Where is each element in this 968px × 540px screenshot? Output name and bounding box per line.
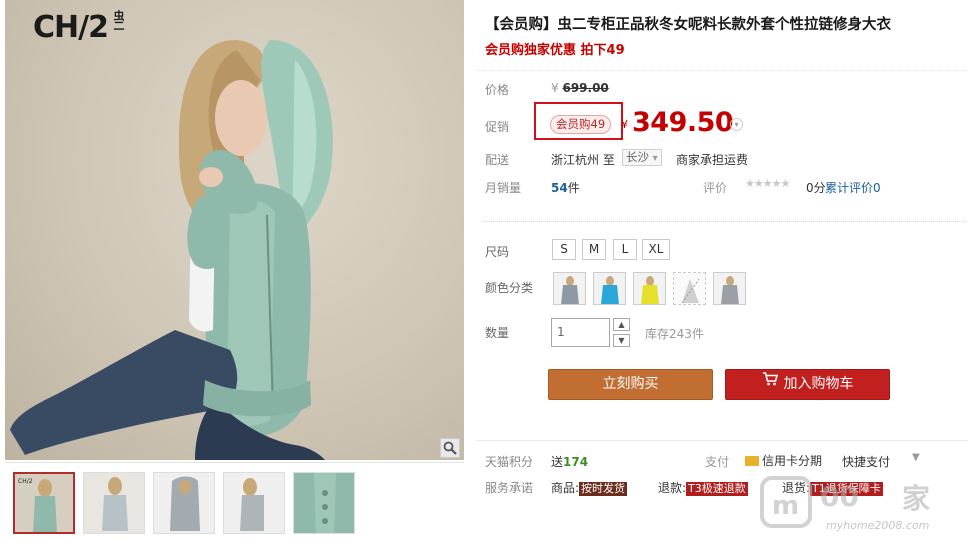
size-label: 尺码 [485, 245, 510, 259]
divider [483, 221, 966, 222]
service-prefix: 退款: [658, 481, 687, 495]
product-subtitle: 会员购独家优惠 拍下49 [485, 43, 625, 58]
size-option-s[interactable]: S [552, 239, 576, 260]
quick-pay[interactable]: 快捷支付 [842, 453, 890, 470]
watermark-url: myhome2008.com [826, 519, 930, 532]
promo-price: 349.50 [632, 107, 734, 138]
buy-now-button[interactable]: 立刻购买 [548, 369, 713, 400]
currency-symbol: ¥ [551, 81, 559, 95]
svg-text:00: 00 [820, 480, 859, 513]
svg-text:CH/2: CH/2 [18, 478, 33, 485]
service-badge: T3极速退款 [686, 482, 748, 496]
promo-currency: ¥ [621, 118, 628, 131]
thumbnail-5[interactable] [293, 472, 355, 534]
color-swatch-4[interactable] [673, 272, 706, 305]
points-prefix: 送 [551, 455, 564, 469]
monthly-sales: 54件 [551, 179, 580, 196]
color-swatch-1[interactable] [553, 272, 586, 305]
brand-logo: CH/2 虫二 [33, 10, 125, 45]
main-product-image[interactable]: CH/2 虫二 [5, 0, 464, 460]
original-price-value: 699.00 [562, 81, 609, 95]
add-to-cart-label: 加入购物车 [783, 376, 854, 392]
sales-label: 月销量 [485, 181, 522, 195]
pay-label: 支付 [705, 455, 730, 469]
service-badge: 按时发货 [579, 482, 628, 496]
color-swatch-2[interactable] [593, 272, 626, 305]
size-option-xl[interactable]: XL [642, 239, 670, 260]
credit-installment[interactable]: 信用卡分期 [745, 452, 822, 469]
quantity-up-button[interactable]: ▲ [613, 318, 630, 331]
credit-card-icon [745, 455, 759, 466]
watermark-text: 家 [902, 482, 931, 515]
magnifier-icon[interactable] [440, 438, 460, 458]
quantity-label: 数量 [485, 326, 510, 340]
rating-label: 评价 [703, 181, 728, 195]
size-option-l[interactable]: L [613, 239, 637, 260]
size-option-m[interactable]: M [582, 239, 606, 260]
thumbnail-1[interactable]: CH/2 [13, 472, 75, 534]
ship-to-select[interactable]: 长沙 ▾ [622, 149, 662, 166]
shipping-fee: 商家承担运费 [676, 153, 749, 167]
reviews-link[interactable]: 累计评价0 [825, 179, 881, 196]
chevron-down-icon[interactable]: ▾ [730, 118, 743, 131]
chevron-down-icon: ▾ [652, 153, 658, 164]
stock-count: 库存243件 [645, 327, 704, 341]
credit-label: 信用卡分期 [762, 454, 823, 468]
ship-from: 浙江杭州 至 [551, 153, 615, 167]
promo-label: 促销 [485, 120, 510, 134]
sales-count: 54 [551, 181, 568, 195]
cart-icon [762, 368, 778, 397]
promo-tag[interactable]: 会员购49 [550, 115, 612, 134]
quantity-input[interactable]: 1 [551, 318, 610, 347]
service-item-delivery[interactable]: 商品: 按时发货 [551, 479, 628, 496]
thumbnail-3[interactable] [153, 472, 215, 534]
price-label: 价格 [485, 83, 510, 97]
original-price: ¥ 699.00 [551, 81, 609, 95]
ship-to-value: 长沙 [626, 150, 649, 164]
service-label: 服务承诺 [485, 481, 534, 495]
color-label: 颜色分类 [485, 281, 534, 295]
service-prefix: 商品: [551, 481, 580, 495]
svg-text:m: m [772, 491, 799, 521]
add-to-cart-button[interactable]: 加入购物车 [725, 369, 890, 400]
sales-unit: 件 [567, 181, 580, 195]
thumbnail-2[interactable] [83, 472, 145, 534]
chevron-down-icon[interactable]: ▼ [912, 452, 920, 463]
service-item-refund[interactable]: 退款: T3极速退款 [658, 479, 748, 496]
rating-score: 0分 [806, 181, 826, 195]
star-rating-icon: ★★★★★ [745, 177, 790, 190]
color-swatch-3[interactable] [633, 272, 666, 305]
thumbnail-strip: CH/2 [5, 462, 464, 540]
quantity-down-button[interactable]: ▼ [613, 334, 630, 347]
product-title: 【会员购】虫二专柜正品秋冬女呢料长款外套个性拉链修身大衣 [485, 17, 891, 33]
model-illustration [10, 40, 333, 460]
points-value: 送174 [551, 453, 588, 470]
points-number: 174 [563, 455, 589, 469]
thumbnail-4[interactable] [223, 472, 285, 534]
shipping-label: 配送 [485, 153, 510, 167]
color-swatch-5[interactable] [713, 272, 746, 305]
points-label: 天猫积分 [485, 455, 534, 469]
